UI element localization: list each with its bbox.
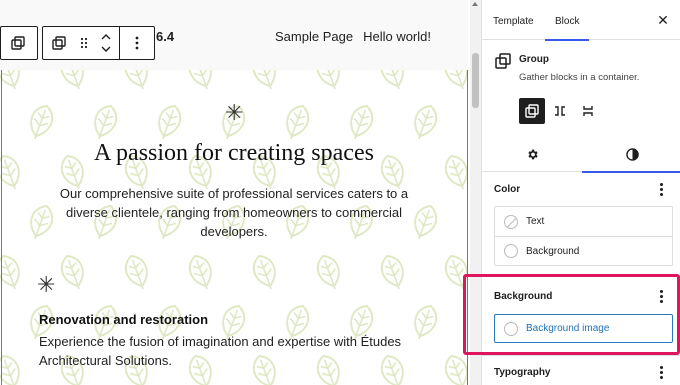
scrollbar-thumb[interactable] <box>472 53 479 108</box>
select-parent-button[interactable] <box>1 27 35 59</box>
color-item-label: Background <box>526 245 580 257</box>
canvas-scrollbar[interactable] <box>470 0 481 385</box>
background-image-button[interactable]: Background image <box>494 314 673 343</box>
nav-item-hello-world[interactable]: Hello world! <box>363 29 431 44</box>
group-icon <box>11 36 25 50</box>
row-icon <box>555 106 565 116</box>
group-icon <box>52 36 66 50</box>
panel-divider <box>482 355 680 356</box>
group-icon <box>495 53 511 69</box>
scroll-up-arrow-icon[interactable] <box>472 2 478 6</box>
typography-options-button[interactable] <box>654 364 668 380</box>
site-title: 6.4 <box>156 29 175 44</box>
drag-handle[interactable] <box>75 27 93 59</box>
color-text-item[interactable]: Text <box>495 207 672 236</box>
tab-block[interactable]: Block <box>544 0 591 41</box>
background-panel-title: Background <box>494 291 553 302</box>
stack-icon <box>583 106 593 116</box>
gear-icon <box>527 149 538 159</box>
hero-paragraph[interactable]: Our comprehensive suite of professional … <box>55 184 413 241</box>
service-heading[interactable]: Renovation and restoration <box>39 312 208 327</box>
hero-heading[interactable]: A passion for creating spaces <box>0 140 468 167</box>
close-icon[interactable]: ✕ <box>655 12 671 28</box>
site-navigation: Sample Page Hello world! <box>275 29 431 44</box>
block-type-button[interactable] <box>43 27 75 59</box>
color-options-button[interactable] <box>654 181 668 197</box>
variation-stack-button[interactable] <box>575 98 601 124</box>
asterisk-icon: ✳ <box>37 272 56 297</box>
block-toolbar <box>42 26 155 60</box>
panel-divider <box>482 276 680 277</box>
background-image-label: Background image <box>526 323 610 334</box>
block-options-button[interactable] <box>120 27 154 59</box>
inspector-tabs <box>482 136 680 173</box>
asterisk-icon: ✳ <box>225 100 244 125</box>
nav-item-sample-page[interactable]: Sample Page <box>275 29 353 44</box>
more-vertical-icon <box>135 36 139 50</box>
group-block[interactable]: ✳ A passion for creating spaces Our comp… <box>0 70 468 385</box>
block-name: Group <box>519 54 549 65</box>
settings-sidebar: Template Block ✕ Group Gather blocks in … <box>481 0 680 385</box>
tab-settings[interactable] <box>482 136 582 172</box>
variation-group-button[interactable] <box>519 98 545 124</box>
color-settings-list: Text Background <box>494 206 673 266</box>
empty-swatch-icon <box>504 214 518 229</box>
color-item-label: Text <box>526 216 545 227</box>
block-card: Group Gather blocks in a container. <box>482 40 680 130</box>
variation-row-button[interactable] <box>547 98 573 124</box>
tab-styles[interactable] <box>582 136 680 173</box>
group-icon <box>525 104 539 118</box>
color-background-item[interactable]: Background <box>495 236 672 265</box>
service-paragraph[interactable]: Experience the fusion of imagination and… <box>39 332 439 370</box>
block-variations <box>519 98 601 124</box>
typography-panel-title: Typography <box>494 367 551 378</box>
contrast-icon <box>625 147 639 161</box>
chevron-down-icon[interactable] <box>101 46 111 52</box>
sidebar-tabs: Template Block ✕ <box>482 0 680 41</box>
tab-template[interactable]: Template <box>493 0 534 40</box>
drag-handle-icon <box>80 37 88 49</box>
empty-swatch-icon <box>504 244 518 258</box>
move-buttons <box>93 27 119 59</box>
editor-canvas: 6.4 Sample Page Hello world! ✳ A passion… <box>0 0 468 385</box>
chevron-up-icon[interactable] <box>101 34 111 40</box>
block-parent-toolbar <box>0 26 38 60</box>
color-panel-title: Color <box>494 184 521 195</box>
empty-swatch-icon <box>504 321 518 336</box>
background-options-button[interactable] <box>654 288 668 304</box>
block-description: Gather blocks in a container. <box>519 72 640 83</box>
